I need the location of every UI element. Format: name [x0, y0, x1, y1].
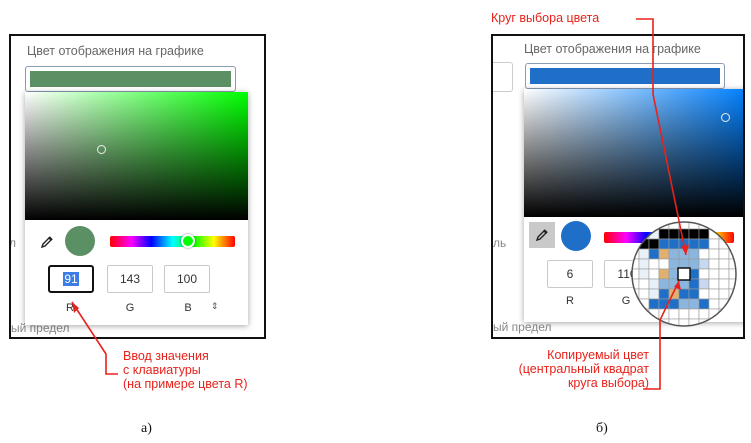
- callout-arrows: [71, 18, 689, 390]
